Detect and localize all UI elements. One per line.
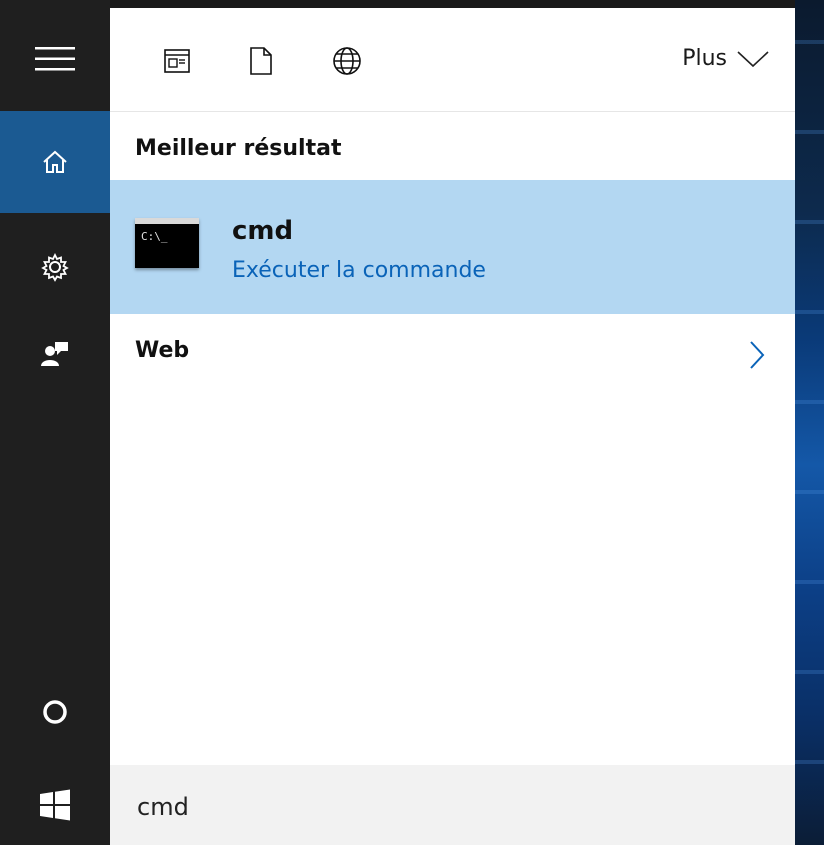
- cortana-button[interactable]: [0, 678, 110, 746]
- command-prompt-icon: C:\_: [135, 218, 199, 268]
- document-icon: [250, 47, 272, 75]
- search-box[interactable]: cmd: [110, 765, 795, 845]
- app-window-icon: [164, 49, 190, 73]
- best-match-header: Meilleur résultat: [135, 136, 342, 161]
- settings-button[interactable]: [0, 233, 110, 301]
- chevron-right-icon: [750, 341, 765, 369]
- settings-gear-icon: [41, 252, 69, 282]
- chevron-down-icon: [737, 50, 769, 67]
- start-button[interactable]: [0, 765, 110, 845]
- web-filter-button[interactable]: [330, 44, 364, 78]
- best-match-result[interactable]: C:\_ cmd Exécuter la commande: [110, 180, 795, 314]
- more-filters-label: Plus: [682, 46, 727, 71]
- web-results-row[interactable]: Web: [110, 314, 795, 390]
- command-prompt-icon-text: C:\_: [141, 230, 168, 243]
- cortana-circle-icon: [43, 700, 67, 724]
- globe-icon: [333, 47, 361, 75]
- result-title: cmd: [232, 216, 294, 246]
- web-header: Web: [135, 338, 190, 363]
- apps-filter-button[interactable]: [160, 44, 194, 78]
- documents-filter-button[interactable]: [244, 44, 278, 78]
- filter-toolbar: Plus: [110, 8, 795, 112]
- search-results-panel: Plus Meilleur résultat C:\_ cmd Exécuter…: [110, 8, 795, 765]
- start-rail: [0, 0, 110, 845]
- hamburger-icon: [35, 47, 75, 71]
- home-button[interactable]: [0, 111, 110, 213]
- hamburger-menu-button[interactable]: [0, 25, 110, 93]
- more-filters-dropdown[interactable]: Plus: [682, 46, 769, 71]
- user-feedback-icon: [41, 342, 68, 366]
- search-input[interactable]: cmd: [137, 793, 189, 821]
- windows-logo-icon: [40, 789, 70, 821]
- home-icon: [43, 150, 67, 173]
- result-subtitle: Exécuter la commande: [232, 258, 486, 283]
- desktop-background: [795, 0, 824, 845]
- feedback-button[interactable]: [0, 320, 110, 388]
